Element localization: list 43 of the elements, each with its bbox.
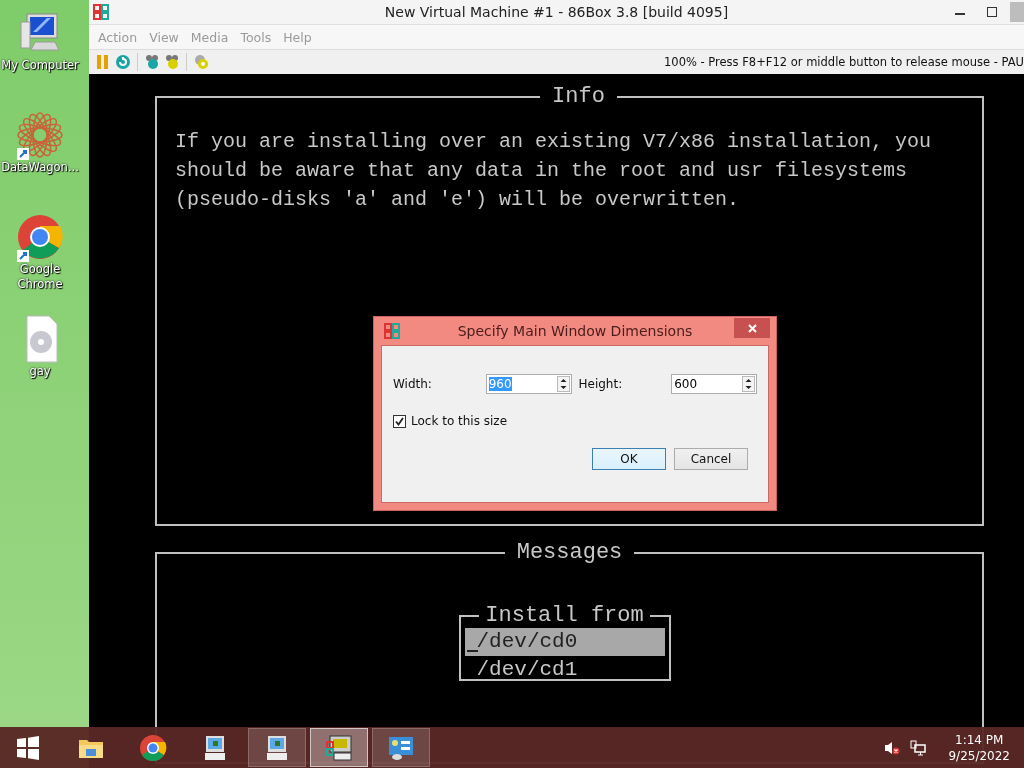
window-title: New Virtual Machine #1 - 86Box 3.8 [build 4095]: [384, 4, 729, 20]
frame-title: Info: [551, 84, 606, 109]
menu-title: Install from: [484, 603, 645, 628]
icon-label: DataWagon...: [0, 160, 80, 175]
info-text-line: If you are installing over an existing V7/x86 installation, you: [175, 129, 933, 155]
app-icon: [384, 323, 400, 339]
frame-title: Messages: [515, 540, 624, 565]
network-icon[interactable]: [910, 739, 927, 756]
icon-label: Google Chrome: [16, 262, 64, 292]
spinner-icon[interactable]: [742, 376, 755, 392]
maximize-icon: [987, 7, 997, 17]
gears-icon[interactable]: [144, 54, 160, 70]
checkbox-label: Lock to this size: [411, 414, 508, 428]
spinner-icon[interactable]: [556, 376, 570, 392]
info-text-line: (pseudo-disks 'a' and 'e') will be overwritten.: [175, 187, 741, 213]
info-text-line: should be aware that any data in the root and usr filesystems: [175, 158, 909, 184]
chrome-logo-icon[interactable]: [15, 212, 65, 262]
taskbar-button[interactable]: [372, 728, 430, 767]
field-label: Height:: [578, 377, 624, 391]
app-icon: [93, 4, 109, 20]
computer-icon: [325, 733, 353, 762]
number-field[interactable]: 600: [671, 374, 757, 394]
checkmark-icon: [395, 416, 404, 426]
clock[interactable]: 1:14 PM 9/25/2022: [948, 731, 1010, 764]
text-cursor: [466, 650, 478, 652]
muted-speaker-icon[interactable]: [884, 739, 901, 756]
reset-icon[interactable]: [115, 54, 131, 70]
star-pattern-icon[interactable]: [15, 110, 65, 160]
dialog-button[interactable]: Cancel: [674, 448, 748, 470]
menu-option[interactable]: /dev/cd1: [464, 656, 665, 684]
dialog-title: Specify Main Window Dimensions: [457, 323, 693, 339]
menu-option[interactable]: /dev/cd0: [464, 628, 665, 656]
chrome-logo-icon: [139, 733, 167, 762]
icon-label: gay: [28, 364, 52, 379]
taskbar-button[interactable]: [248, 728, 306, 767]
taskbar-button[interactable]: [310, 728, 368, 767]
close-icon: [747, 323, 757, 333]
checkbox[interactable]: [393, 414, 406, 428]
gears-icon[interactable]: [164, 54, 180, 70]
icon-label: My Computer: [0, 58, 80, 73]
status-text: 100% - Press F8+F12 or middle button to release mouse - PAU: [664, 55, 1024, 69]
dialog-button[interactable]: OK: [592, 448, 666, 470]
field-label: Width:: [393, 377, 433, 391]
